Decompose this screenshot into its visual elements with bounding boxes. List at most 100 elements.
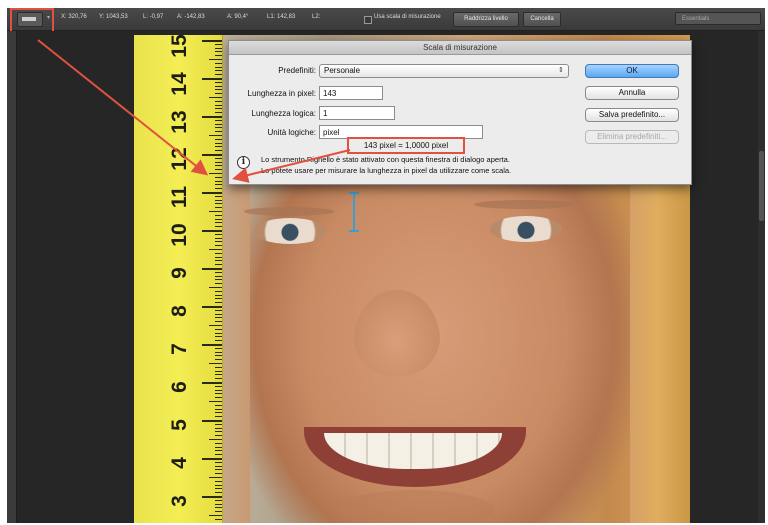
ruler-tick	[209, 477, 222, 478]
x-coordinate: X: 320,76	[61, 14, 87, 20]
ruler-tick	[209, 401, 222, 402]
ruler-tick	[215, 119, 222, 121]
use-measurement-scale-label: Usa scala di misurazione	[374, 14, 441, 20]
ruler-tick	[215, 313, 222, 315]
ruler-number: 15	[168, 35, 191, 58]
nose	[354, 290, 440, 376]
ruler-tick	[215, 461, 222, 463]
yellow-measuring-tape: 15 14 13 12 11 10 9 8 7 6 5 4 3	[134, 35, 223, 523]
height-readout: A: -142,83	[177, 14, 205, 20]
ruler-tick	[215, 378, 222, 380]
ruler-tick	[209, 59, 222, 60]
ruler-tick	[209, 439, 222, 440]
pixel-length-field[interactable]	[319, 86, 383, 100]
ruler-tick	[215, 279, 222, 281]
ruler-tick	[215, 51, 222, 53]
ruler-tick	[215, 157, 222, 159]
ruler-tick	[215, 321, 222, 323]
logical-length-label: Lunghezza logica:	[251, 109, 317, 118]
ruler-tick	[215, 397, 222, 399]
ruler-tick	[215, 416, 222, 418]
ruler-tick	[215, 404, 222, 406]
ruler-tick	[215, 465, 222, 467]
ruler-tick	[215, 89, 222, 91]
ruler-tick	[215, 108, 222, 110]
ruler-tick	[215, 309, 222, 311]
ruler-tick	[215, 435, 222, 437]
ruler-tick	[202, 344, 222, 346]
vertical-scrollbar[interactable]	[758, 31, 765, 523]
ruler-tick	[215, 366, 222, 368]
ruler-tick	[202, 230, 222, 232]
workspace-switcher[interactable]: Essentials	[675, 12, 761, 25]
ruler-tick	[215, 499, 222, 501]
ruler-tick	[215, 104, 222, 106]
ruler-tick	[215, 370, 222, 372]
ruler-tick	[215, 100, 222, 102]
ruler-tick	[202, 116, 222, 118]
angle-readout: A: 90,4°	[227, 14, 249, 20]
ruler-tick	[215, 146, 222, 148]
ruler-tick	[209, 211, 222, 212]
info-text-line-1: Lo strumento Righello è stato attivato c…	[261, 155, 510, 164]
presets-select[interactable]: Personale ⇕	[319, 64, 569, 78]
ruler-tick	[215, 450, 222, 452]
ruler-number: 12	[168, 147, 191, 171]
ruler-tick	[215, 503, 222, 505]
ruler-tick	[215, 256, 222, 258]
ruler-tick	[215, 252, 222, 254]
ruler-tick	[209, 135, 222, 136]
straighten-layer-button[interactable]: Raddrizza livello	[453, 12, 519, 27]
ruler-tick	[215, 66, 222, 68]
info-icon: i	[237, 156, 250, 169]
clear-button[interactable]: Cancella	[523, 12, 561, 27]
ruler-tick	[202, 382, 222, 384]
logical-length-field[interactable]	[319, 106, 395, 120]
vertical-ruler	[7, 31, 17, 523]
measurement-scale-dialog: Scala di misurazione Predefiniti: Person…	[228, 40, 692, 185]
ruler-tick	[215, 385, 222, 387]
ruler-tick	[202, 154, 222, 156]
ruler-tick	[215, 454, 222, 456]
ruler-tick	[209, 249, 222, 250]
ruler-tick	[215, 222, 222, 224]
dialog-title[interactable]: Scala di misurazione	[229, 41, 691, 55]
scrollbar-thumb[interactable]	[759, 151, 764, 221]
ruler-tick	[215, 150, 222, 152]
ruler-tick	[202, 268, 222, 270]
ruler-tick	[215, 389, 222, 391]
ruler-tick	[215, 203, 222, 205]
measurement-bracket[interactable]	[349, 192, 359, 232]
ruler-tick	[215, 74, 222, 76]
ruler-tick	[202, 496, 222, 498]
ruler-tick	[209, 363, 222, 364]
ruler-tick	[215, 218, 222, 220]
ruler-tick	[215, 176, 222, 178]
save-preset-button[interactable]: Salva predefinito...	[585, 108, 679, 122]
ok-button[interactable]: OK	[585, 64, 679, 78]
ruler-tick	[215, 332, 222, 334]
presets-label: Predefiniti:	[278, 66, 316, 75]
ruler-tick	[215, 412, 222, 414]
presets-value: Personale	[324, 66, 361, 75]
ruler-tick	[215, 93, 222, 95]
ruler-tick	[215, 393, 222, 395]
ruler-tick	[215, 431, 222, 433]
ruler-tick	[215, 138, 222, 140]
ruler-tick	[215, 507, 222, 509]
ruler-tick	[202, 78, 222, 80]
ruler-tick	[215, 283, 222, 285]
cancel-button[interactable]: Annulla	[585, 86, 679, 100]
ruler-tick	[215, 214, 222, 216]
left-eyebrow	[244, 207, 334, 216]
length-2-readout: L2:	[312, 14, 321, 20]
options-bar: ▾ X: 320,76 Y: 1043,53 L: -0,97 A: -142,…	[7, 8, 765, 31]
ruler-tick	[215, 488, 222, 490]
ruler-tick	[215, 347, 222, 349]
logical-units-label: Unità logiche:	[267, 128, 316, 137]
use-measurement-scale-checkbox[interactable]	[364, 16, 372, 24]
ruler-tick	[209, 325, 222, 326]
ruler-tick	[215, 260, 222, 262]
ruler-tick	[215, 85, 222, 87]
ruler-tick	[215, 480, 222, 482]
